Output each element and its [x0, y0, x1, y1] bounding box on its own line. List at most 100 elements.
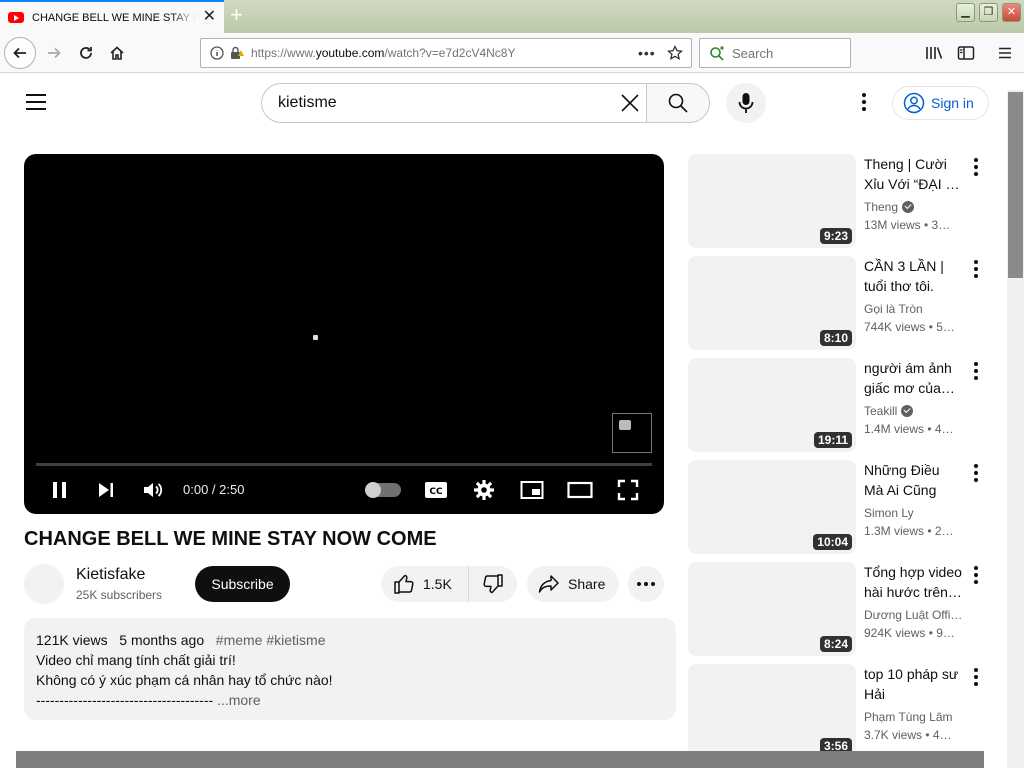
browser-search-placeholder: Search: [732, 45, 774, 61]
tab-title: CHANGE BELL WE MINE STAY NOW COME: [32, 11, 196, 24]
recommendation-channel[interactable]: Simon Ly: [864, 506, 914, 520]
next-video-button[interactable]: [92, 476, 120, 504]
youtube-search-button[interactable]: [646, 83, 710, 123]
video-description[interactable]: 121K views 5 months ago #meme #kietisme …: [24, 618, 676, 720]
recommendation-item[interactable]: 8:24 Tổng hợp video hài hước trên… Dương L…: [688, 562, 988, 656]
lock-warning-icon[interactable]: [229, 46, 245, 60]
pause-icon: [53, 482, 66, 498]
forward-button[interactable]: [38, 37, 70, 69]
hamburger-menu-icon[interactable]: [997, 45, 1013, 61]
verified-badge-icon: [901, 405, 914, 417]
svg-text:CC: CC: [429, 487, 443, 497]
browser-tab-bar: CHANGE BELL WE MINE STAY NOW COME ✕ + ▁ …: [0, 0, 1024, 33]
duration-badge: 9:23: [819, 228, 852, 244]
recommendation-channel[interactable]: Gọi là Tròn: [864, 302, 923, 316]
recommendation-item[interactable]: 9:23 Theng | Cười Xỉu Với “ĐẠI … Theng 13M …: [688, 154, 988, 248]
search-icon: [668, 93, 688, 113]
clear-search-icon[interactable]: [617, 90, 643, 116]
video-thumbnail[interactable]: 19:11: [688, 358, 856, 452]
recommendation-item[interactable]: 3:56 top 10 pháp sư Hải Phạm Tùng Lâm 3.7K …: [688, 664, 988, 758]
like-count: 1.5K: [423, 576, 452, 592]
autoplay-toggle[interactable]: [365, 482, 401, 498]
recommendation-stats: 3.7K views • 4…: [864, 728, 952, 742]
bookmark-star-icon[interactable]: [667, 45, 683, 61]
guide-menu-icon[interactable]: [26, 94, 46, 110]
video-thumbnail[interactable]: 9:23: [688, 154, 856, 248]
video-player[interactable]: 0:00 / 2:50 CC: [24, 154, 664, 514]
video-thumbnail[interactable]: 8:24: [688, 562, 856, 656]
show-more-link[interactable]: ...more: [217, 692, 261, 708]
recommendation-channel[interactable]: Dương Luật Offi…: [864, 608, 962, 622]
subtitles-button[interactable]: CC: [422, 476, 450, 504]
recommendation-title[interactable]: Theng | Cười Xỉu Với “ĐẠI …: [864, 154, 962, 194]
recommendation-title[interactable]: Tổng hợp video hài hước trên…: [864, 562, 962, 602]
recommendation-menu-icon[interactable]: [970, 668, 982, 688]
recommendation-menu-icon[interactable]: [970, 464, 982, 484]
back-button[interactable]: [4, 37, 36, 69]
recommendation-title[interactable]: top 10 pháp sư Hải: [864, 664, 962, 704]
vertical-scrollbar-thumb[interactable]: [1008, 92, 1023, 278]
description-line: Video chỉ mang tính chất giải trí!: [36, 652, 236, 668]
settings-button[interactable]: [470, 476, 498, 504]
video-thumbnail[interactable]: 10:04: [688, 460, 856, 554]
youtube-search-input[interactable]: kietisme: [261, 83, 647, 123]
more-actions-button[interactable]: [628, 566, 664, 602]
duration-badge: 19:11: [813, 432, 852, 448]
search-icon: [710, 46, 724, 61]
page-actions-icon[interactable]: •••: [638, 45, 656, 61]
recommendation-title[interactable]: người ám ảnh giấc mơ của…: [864, 358, 962, 398]
theater-mode-button[interactable]: [566, 476, 594, 504]
video-title: CHANGE BELL WE MINE STAY NOW COME: [24, 528, 437, 550]
miniplayer-button[interactable]: [518, 476, 546, 504]
channel-watermark[interactable]: [612, 413, 652, 453]
horizontal-scrollbar[interactable]: [16, 751, 984, 768]
recommendation-title[interactable]: CẦN 3 LẦN | tuổi thơ tôi.: [864, 256, 962, 296]
voice-search-button[interactable]: [726, 83, 766, 123]
sidebar-toggle-icon[interactable]: [957, 45, 975, 61]
channel-name-link[interactable]: Kietisfake: [76, 566, 145, 584]
pause-button[interactable]: [46, 476, 74, 504]
settings-kebab-icon[interactable]: [852, 90, 876, 114]
library-icon[interactable]: [925, 45, 943, 61]
recommendation-channel[interactable]: Theng: [864, 200, 915, 214]
reload-button[interactable]: [70, 37, 102, 69]
share-button[interactable]: Share: [527, 566, 619, 602]
duration-badge: 10:04: [813, 534, 852, 550]
search-query-text: kietisme: [278, 94, 337, 111]
tab-close-icon[interactable]: ✕: [203, 9, 216, 25]
recommendation-menu-icon[interactable]: [970, 260, 982, 280]
channel-avatar[interactable]: [24, 564, 64, 604]
recommendation-menu-icon[interactable]: [970, 362, 982, 382]
restore-window-button[interactable]: ❐: [979, 3, 998, 22]
fullscreen-button[interactable]: [614, 476, 642, 504]
upload-age: 5 months ago: [119, 632, 205, 648]
recommendation-stats: 924K views • 9…: [864, 626, 955, 640]
subscribe-button[interactable]: Subscribe: [195, 566, 290, 602]
recommendation-item[interactable]: 19:11 người ám ảnh giấc mơ của… Teakill 1.4…: [688, 358, 988, 452]
recommendation-item[interactable]: 10:04 Những Điều Mà Ai Cũng Làm… Simon Ly 1…: [688, 460, 988, 554]
video-thumbnail[interactable]: 8:10: [688, 256, 856, 350]
recommendation-channel[interactable]: Phạm Tùng Lâm: [864, 710, 953, 724]
recommendation-title[interactable]: Những Điều Mà Ai Cũng Làm…: [864, 460, 962, 500]
hashtags[interactable]: #meme #kietisme: [216, 632, 326, 648]
home-button[interactable]: [101, 37, 133, 69]
recommendation-menu-icon[interactable]: [970, 158, 982, 178]
share-label: Share: [568, 576, 606, 592]
like-button[interactable]: 1.5K: [381, 566, 469, 602]
mute-button[interactable]: [139, 476, 167, 504]
video-thumbnail[interactable]: 3:56: [688, 664, 856, 758]
browser-search-field[interactable]: Search: [699, 38, 851, 68]
browser-tab-active[interactable]: CHANGE BELL WE MINE STAY NOW COME ✕: [0, 0, 224, 33]
like-dislike-group: 1.5K: [381, 566, 517, 602]
info-icon[interactable]: [210, 46, 224, 60]
recommendation-menu-icon[interactable]: [970, 566, 982, 586]
progress-bar[interactable]: [36, 463, 652, 466]
recommendation-channel[interactable]: Teakill: [864, 404, 914, 418]
recommendation-item[interactable]: 8:10 CẦN 3 LẦN | tuổi thơ tôi. Gọi là Tròn…: [688, 256, 988, 350]
address-bar[interactable]: https://www.youtube.com/watch?v=e7d2cV4N…: [200, 38, 692, 68]
minimize-window-button[interactable]: ▁: [956, 3, 975, 22]
close-window-button[interactable]: ✕: [1002, 3, 1021, 22]
sign-in-button[interactable]: Sign in: [892, 86, 989, 120]
new-tab-icon[interactable]: +: [230, 4, 243, 26]
dislike-button[interactable]: [469, 566, 517, 602]
